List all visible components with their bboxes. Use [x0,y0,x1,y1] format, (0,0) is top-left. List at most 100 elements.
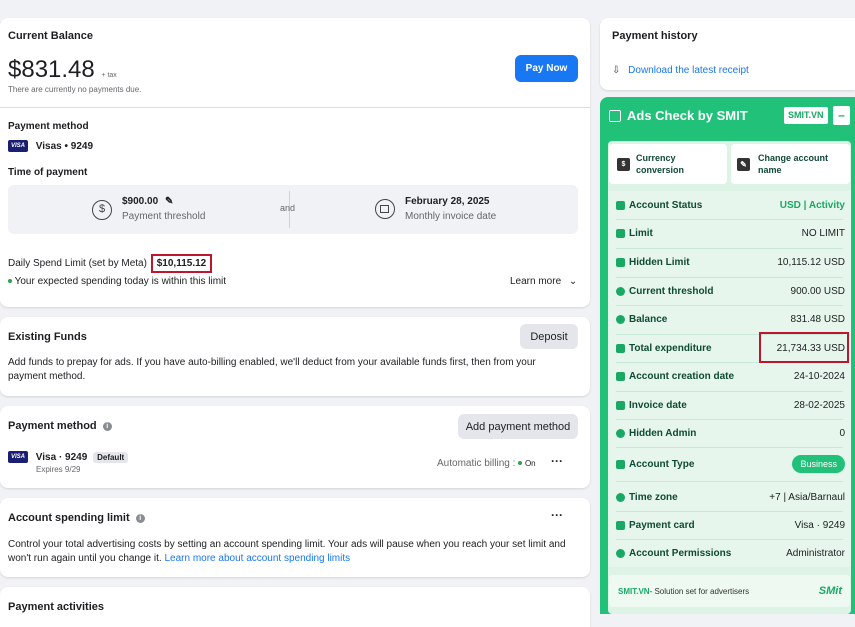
truck-icon [616,257,625,267]
smit-panel: Ads Check by SMIT SMIT.VN – $ Currency c… [600,97,855,614]
existing-funds-desc: Add funds to prepay for ads. If you have… [8,357,536,382]
currency-icon: $ [617,157,630,171]
balance-title: Current Balance [8,30,93,42]
row-key: Account Type [629,458,695,470]
row-limit: Limit NO LIMIT [608,219,851,247]
row-hidden-admin: Hidden Admin 0 [608,419,851,447]
dollar-icon: $ [92,200,112,220]
payment-history-card: Payment history ⇩ Download the latest re… [600,18,855,90]
payment-history-title: Payment history [612,30,698,42]
info-icon[interactable]: i [102,421,112,431]
info-icon[interactable]: i [135,513,145,523]
learn-more-text: Learn more [510,276,562,287]
gauge-icon [616,286,625,296]
payment-method-title-text: Payment method [8,420,97,432]
automatic-billing: Automatic billing : On [437,458,536,469]
smit-footer-text: - Solution set for advertisers [649,586,750,596]
payment-activities-card: Payment activities [0,587,590,627]
status-dot-icon [518,461,523,466]
row-value: 24-10-2024 [793,370,845,382]
within-limit-text: Your expected spending today is within t… [14,276,227,287]
invoice-icon [616,400,625,410]
invoice-date: February 28, 2025 [405,196,490,207]
time-of-payment-label: Time of payment [8,167,88,178]
row-hidden-limit: Hidden Limit 10,115.12 USD [608,248,851,276]
row-divider [616,481,843,482]
currency-conversion-label: Currency conversion [636,153,685,175]
default-badge: Default [93,451,129,463]
smit-header: Ads Check by SMIT [609,108,748,123]
globe-icon [616,492,625,502]
auto-billing-value: On [524,459,536,468]
and-text: and [280,203,296,213]
change-account-name-button[interactable]: ✎ Change account name [731,144,850,184]
auto-billing-label: Automatic billing : [437,458,516,469]
add-payment-method-button[interactable]: Add payment method [458,414,578,439]
calendar-icon [616,371,625,381]
row-key: Account creation date [629,370,735,382]
row-value: Visa · 9249 [794,519,845,531]
smit-badge[interactable]: SMIT.VN [784,107,828,124]
smit-footer: SMIT.VN - Solution set for advertisers S… [609,575,850,607]
edit-icon: ✎ [737,157,750,171]
account-spending-limit-card: Account spending limit i ··· Control you… [0,498,590,577]
payment-activities-title: Payment activities [8,601,104,613]
row-key: Balance [629,313,668,325]
row-value: 28-02-2025 [793,399,845,411]
pencil-icon[interactable]: ✎ [165,196,173,207]
row-value: USD | Activity [779,199,845,211]
row-key: Payment card [629,519,695,531]
row-key: Hidden Limit [629,256,690,268]
status-icon [616,200,625,210]
existing-funds-title: Existing Funds [8,331,87,343]
visa-icon: VISA [8,451,28,463]
balance-card: Current Balance $831.48 + tax There are … [0,18,590,307]
within-limit-status: Your expected spending today is within t… [8,276,226,287]
asl-desc: Control your total advertising costs by … [8,538,583,566]
asl-more-button[interactable]: ··· [551,508,563,522]
row-value: Administrator [786,547,845,559]
payment-method-card: Payment method i Add payment method VISA… [0,406,590,488]
credit-card-icon [616,520,625,530]
invoice-caption: Monthly invoice date [405,211,497,222]
download-receipt-link[interactable]: ⇩ Download the latest receipt [612,65,749,76]
smit-minimize-button[interactable]: – [833,106,850,125]
payment-method-title: Payment method i [8,420,112,432]
pay-now-button[interactable]: Pay Now [515,55,578,82]
row-account-status: Account Status USD | Activity [608,191,851,219]
deposit-button[interactable]: Deposit [520,324,578,349]
asl-learn-more-link[interactable]: Learn more about account spending limits [164,553,350,564]
learn-more-link[interactable]: Learn more ⌄ [510,276,577,287]
balance-amount: $831.48 + tax [8,56,117,84]
status-dot-icon [8,279,12,284]
row-balance: Balance 831.48 USD [608,305,851,333]
row-account-type: Account Type Business [608,447,851,481]
download-icon: ⇩ [612,65,621,76]
card-icon [616,228,625,238]
dollar-icon [616,314,625,324]
wallet-icon [616,343,625,353]
row-key: Invoice date [629,399,687,411]
row-key: Hidden Admin [629,427,697,439]
pm-card-row: VISA Visa · 9249 Default [8,451,129,463]
row-key: Time zone [629,491,678,503]
receipt-icon [609,109,621,122]
balance-card-info: VISA Visas • 9249 [8,140,93,152]
row-value: 10,115.12 USD [777,256,845,268]
row-key: Account Permissions [629,547,732,559]
balance-tax: + tax [101,72,117,79]
visa-icon: VISA [8,140,28,152]
smit-body: $ Currency conversion ✎ Change account n… [608,141,851,614]
row-key: Current threshold [629,285,714,297]
pm-expires: Expires 9/29 [36,465,81,474]
currency-conversion-button[interactable]: $ Currency conversion [609,144,727,184]
download-receipt-text: Download the latest receipt [628,65,749,76]
change-account-name-label: Change account name [758,153,829,175]
row-key: Account Status [629,199,703,211]
shield-icon [616,428,625,438]
row-value: 0 [839,427,845,439]
existing-funds-card: Existing Funds Deposit Add funds to prep… [0,317,590,396]
threshold-value: $900.00 [122,196,159,207]
threshold-amount: $900.00 ✎ [122,196,173,207]
pm-more-button[interactable]: ··· [551,454,563,468]
